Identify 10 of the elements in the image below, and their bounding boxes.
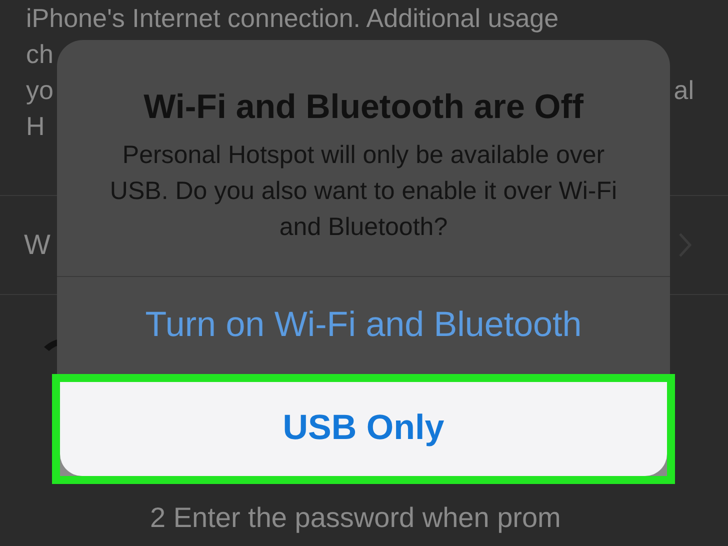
- row-label: W: [24, 228, 50, 262]
- action-button[interactable]: Turn on Wi-Fi and Bluetooth: [57, 276, 670, 374]
- paragraph-text: ch: [26, 41, 54, 67]
- paragraph-text: al: [674, 77, 694, 103]
- alert-title: Wi-Fi and Bluetooth are Off: [144, 87, 584, 128]
- step-text: 2 Enter the password when prom: [150, 501, 561, 535]
- paragraph-text: iPhone's Internet connection. Additional usage: [26, 5, 559, 31]
- paragraph-text: H: [26, 113, 45, 139]
- usb-only-button[interactable]: USB Only: [60, 382, 667, 476]
- paragraph-text: yo: [26, 77, 54, 103]
